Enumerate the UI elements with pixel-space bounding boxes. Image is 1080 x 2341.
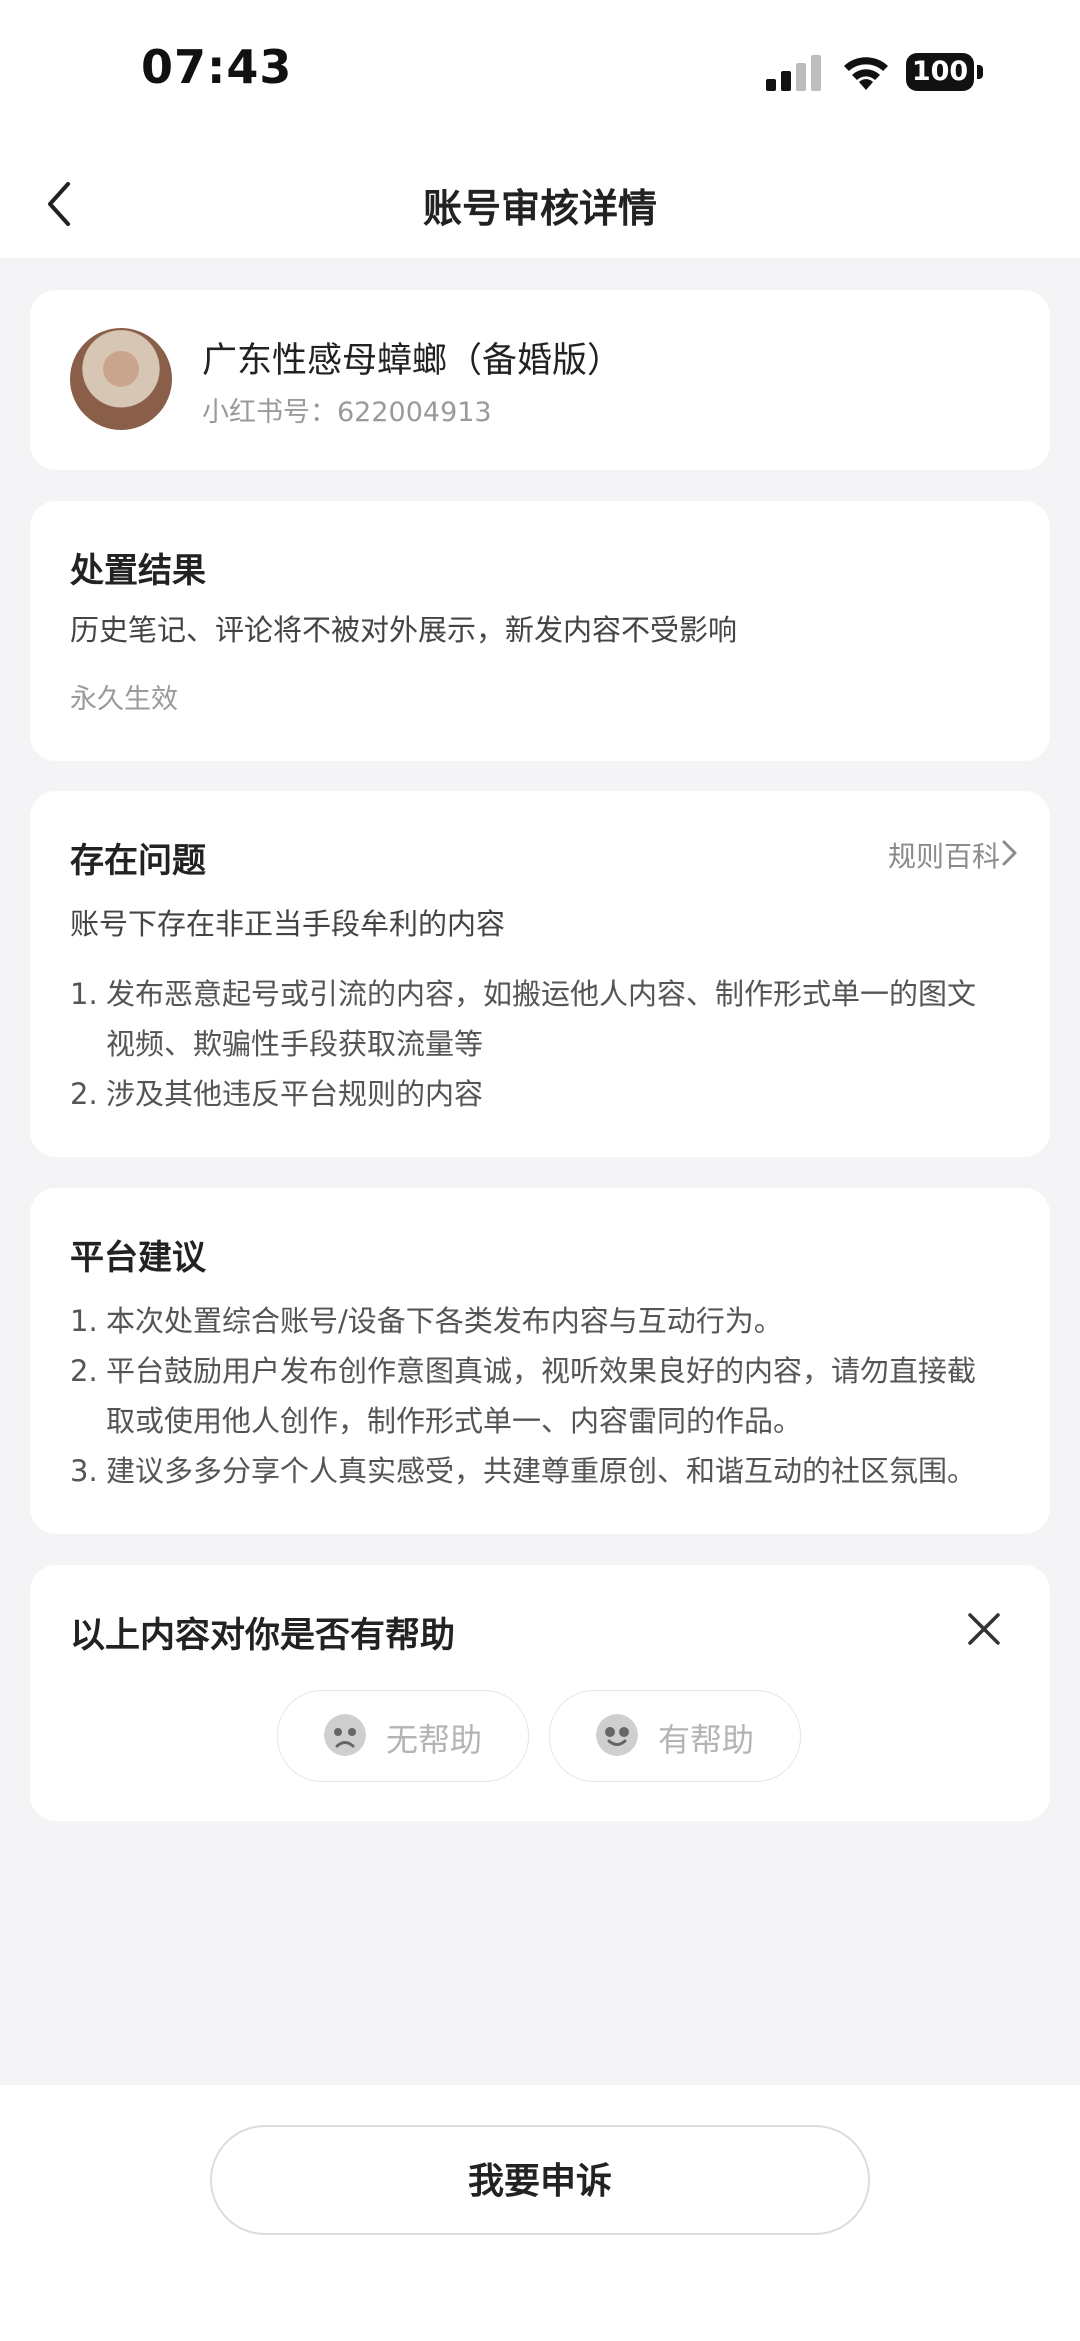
disposition-card: 处置结果 历史笔记、评论将不被对外展示，新发内容不受影响 永久生效 [30,501,1050,761]
username: 广东性感母蟑螂（备婚版） [202,341,623,381]
list-item: 3. 建议多多分享个人真实感受，共建尊重原创、和谐互动的社区氛围。 [70,1454,977,1488]
disposition-description: 历史笔记、评论将不被对外展示，新发内容不受影响 [70,613,738,647]
helpful-button[interactable]: 有帮助 [549,1690,801,1782]
issues-card: 存在问题 规则百科 账号下存在非正当手段牟利的内容 1. 发布恶意起号或引流的内… [30,791,1050,1157]
list-item: 2. 涉及其他违反平台规则的内容 [70,1077,484,1111]
signal-icon [766,55,821,91]
battery-level: 100 [906,53,974,91]
status-time: 07:43 [141,40,293,94]
disposition-duration: 永久生效 [70,684,178,715]
profile-card: 广东性感母蟑螂（备婚版） 小红书号：622004913 [30,290,1050,470]
avatar[interactable] [70,328,172,430]
feedback-card: 以上内容对你是否有帮助 无帮助 有帮助 [30,1565,1050,1821]
page-title: 账号审核详情 [422,187,657,232]
feedback-question: 以上内容对你是否有帮助 [70,1616,456,1656]
close-icon[interactable] [964,1609,1004,1649]
nav-bar: 账号审核详情 [0,150,1080,258]
sad-face-icon [324,1714,366,1756]
rules-wiki-link[interactable]: 规则百科 [888,835,1000,875]
not-helpful-button[interactable]: 无帮助 [277,1690,529,1782]
status-bar: 07:43 100 [0,0,1080,150]
appeal-button[interactable]: 我要申诉 [210,2125,870,2235]
helpful-label: 有帮助 [658,1721,755,1759]
advice-card: 平台建议 1. 本次处置综合账号/设备下各类发布内容与互动行为。 2. 平台鼓励… [30,1188,1050,1534]
battery-icon: 100 [906,53,986,91]
disposition-title: 处置结果 [70,551,206,591]
list-item: 2. 平台鼓励用户发布创作意图真诚，视听效果良好的内容，请勿直接截 取或使用他人… [70,1354,977,1438]
issues-title: 存在问题 [70,841,206,881]
list-item: 1. 发布恶意起号或引流的内容，如搬运他人内容、制作形式单一的图文 视频、欺骗性… [70,977,977,1061]
not-helpful-label: 无帮助 [386,1721,483,1759]
advice-title: 平台建议 [70,1238,206,1278]
user-id: 小红书号：622004913 [202,397,492,428]
list-item: 1. 本次处置综合账号/设备下各类发布内容与互动行为。 [70,1304,783,1338]
issues-summary: 账号下存在非正当手段牟利的内容 [70,907,506,941]
wifi-icon [844,57,888,90]
bottom-action-bar: 我要申诉 [0,2085,1080,2341]
chevron-right-icon[interactable] [996,838,1022,868]
happy-face-icon [596,1714,638,1756]
